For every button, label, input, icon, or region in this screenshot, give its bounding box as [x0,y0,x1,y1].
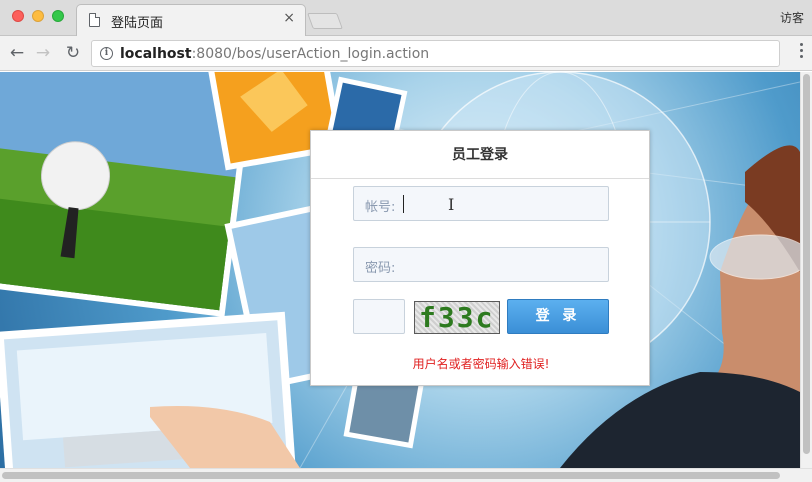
menu-dots-icon[interactable] [798,43,804,61]
back-arrow-icon[interactable]: ← [6,42,28,64]
text-caret [403,195,404,213]
url-text[interactable]: localhost:8080/bos/userAction_login.acti… [120,46,429,62]
browser-toolbar: ← → ↻ i localhost:8080/bos/userAction_lo… [0,36,812,71]
captcha-image[interactable]: f33c [414,301,500,334]
vertical-scroll-thumb[interactable] [803,74,810,454]
browser-window: 登陆页面 × 访客 ← → ↻ i localhost:8080/bos/use… [0,0,812,482]
minimize-window-button[interactable] [32,10,44,22]
tab-close-icon[interactable]: × [283,10,295,26]
url-path: :8080/bos/userAction_login.action [191,46,430,62]
username-field[interactable]: 帐号: I [353,186,609,221]
tab-strip: 登陆页面 × 访客 [0,0,812,37]
document-icon [89,13,100,27]
close-window-button[interactable] [12,10,24,22]
url-host: localhost [120,46,192,62]
vertical-scrollbar[interactable] [800,72,812,468]
profile-name[interactable]: 访客 [780,9,804,26]
error-message: 用户名或者密码输入错误! [412,357,550,371]
login-button[interactable]: 登 录 [507,299,609,334]
reload-icon[interactable]: ↻ [62,42,84,64]
ibeam-cursor-icon: I [448,195,455,214]
forward-arrow-icon[interactable]: → [32,42,54,64]
horizontal-scrollbar[interactable] [0,468,812,482]
username-label: 帐号: [365,200,396,215]
login-panel: 员工登录 帐号: I 密码: f33c 登 录 用户名或者密码输入错误! [310,130,650,386]
browser-tab[interactable]: 登陆页面 × [76,4,306,37]
password-field[interactable]: 密码: [353,247,609,282]
captcha-input[interactable] [353,299,405,334]
horizontal-scroll-thumb[interactable] [2,472,780,479]
password-label: 密码: [365,261,396,276]
tab-title: 登陆页面 [111,16,164,31]
captcha-text: f33c [419,301,495,334]
info-icon[interactable]: i [100,47,113,60]
address-bar[interactable]: i localhost:8080/bos/userAction_login.ac… [91,40,780,67]
page-viewport: 员工登录 帐号: I 密码: f33c 登 录 用户名或者密码输入错误! [0,72,800,468]
login-title: 员工登录 [311,131,649,179]
new-tab-button[interactable] [307,13,343,29]
maximize-window-button[interactable] [52,10,64,22]
